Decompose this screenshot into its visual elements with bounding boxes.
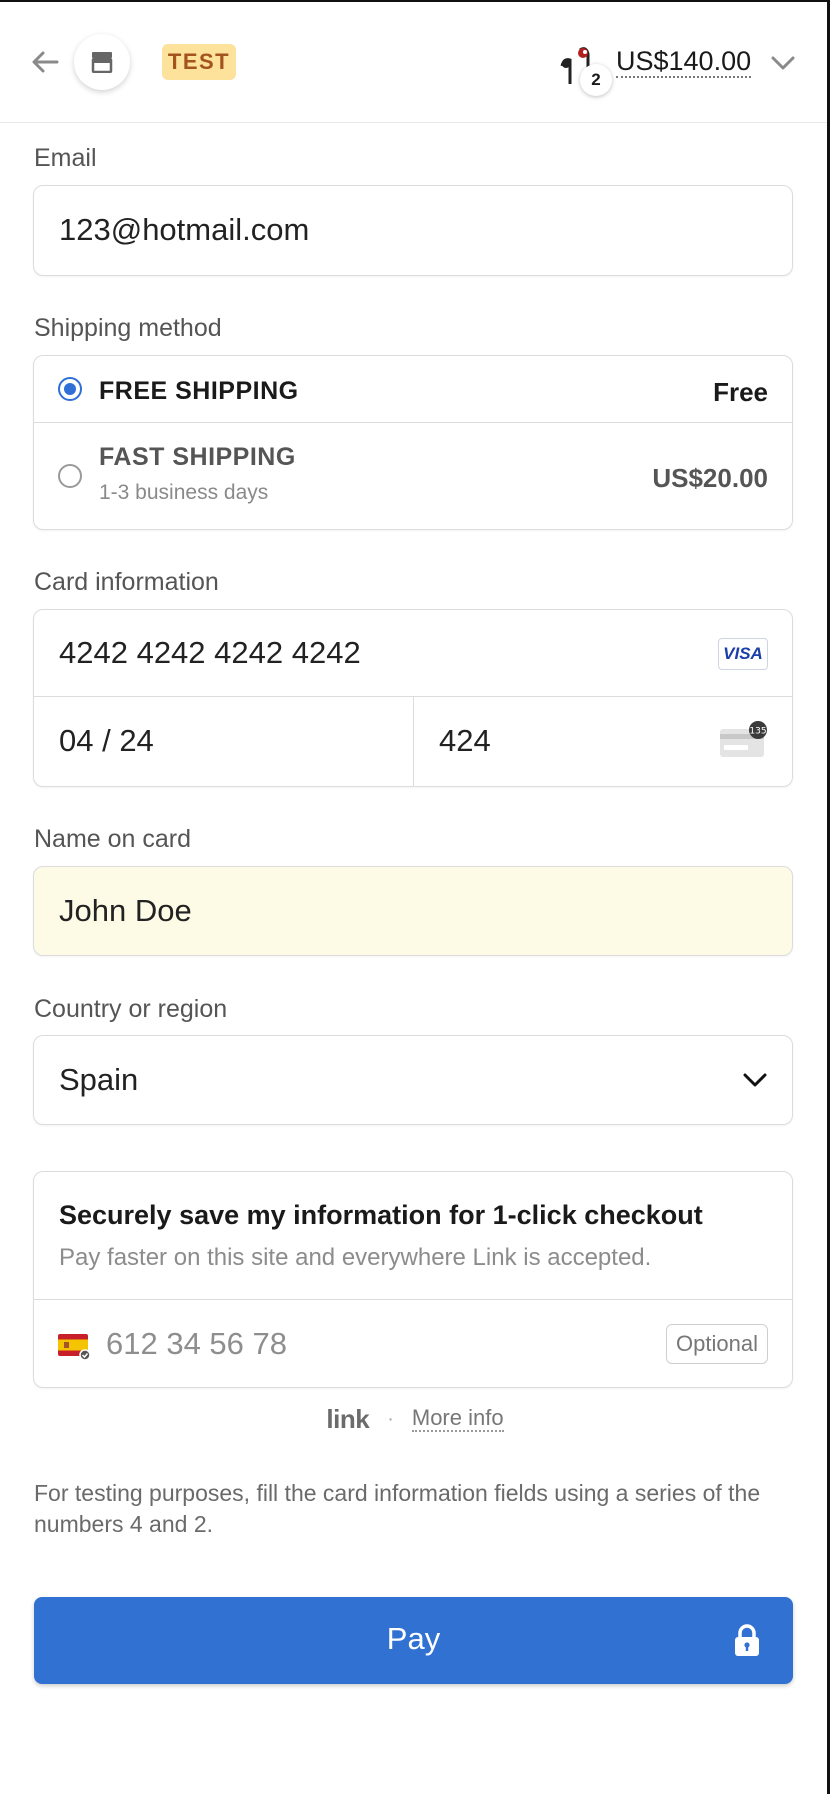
optional-badge: Optional: [666, 1324, 768, 1364]
shipping-option-fast[interactable]: FAST SHIPPING 1-3 business days US$20.00: [34, 423, 792, 529]
country-label: Country or region: [34, 995, 228, 1023]
card-cvc-field[interactable]: 424 135: [414, 697, 792, 786]
link-footer: link · More info: [0, 1402, 830, 1436]
shipping-option-price: Free: [713, 377, 768, 407]
name-on-card-field[interactable]: John Doe: [33, 866, 793, 956]
order-total[interactable]: US$140.00: [616, 46, 752, 78]
chevron-down-icon: [743, 1073, 767, 1087]
testing-note: For testing purposes, fill the card info…: [34, 1480, 761, 1537]
card-information-group: 4242 4242 4242 4242 VISA 04 / 24 424 135: [33, 609, 793, 787]
link-save-panel: Securely save my information for 1-click…: [33, 1171, 793, 1388]
shipping-option-free[interactable]: FREE SHIPPING Free: [34, 356, 792, 423]
pay-button[interactable]: Pay: [34, 1597, 793, 1684]
phone-field[interactable]: 612 34 56 78 Optional: [34, 1299, 792, 1387]
cvc-card-icon: 135: [720, 721, 767, 757]
card-expiry-value: 04 / 24: [59, 723, 154, 758]
shipping-option-price: US$20.00: [652, 463, 768, 493]
email-label: Email: [34, 144, 97, 172]
separator-dot: ·: [387, 1407, 394, 1430]
shipping-option-name: FAST SHIPPING: [99, 443, 296, 471]
test-mode-badge: TEST: [162, 44, 236, 80]
spain-flag-icon[interactable]: [58, 1334, 90, 1360]
back-button[interactable]: [30, 47, 60, 77]
phone-placeholder: 612 34 56 78: [106, 1326, 288, 1361]
card-number-field[interactable]: 4242 4242 4242 4242 VISA: [34, 610, 792, 697]
back-arrow-icon: [32, 51, 59, 73]
link-save-subtitle: Pay faster on this site and everywhere L…: [59, 1244, 652, 1271]
email-field[interactable]: 123@hotmail.com: [33, 185, 793, 276]
checkout-header: TEST 2 US$140.00: [0, 0, 827, 123]
name-on-card-value: John Doe: [59, 893, 192, 928]
cvc-icon-text: 135: [749, 727, 766, 737]
shipping-option-detail: 1-3 business days: [99, 481, 269, 504]
link-save-title: Securely save my information for 1-click…: [59, 1200, 703, 1230]
more-info-link[interactable]: More info: [411, 1406, 504, 1432]
link-logo: link: [326, 1403, 370, 1434]
name-on-card-label: Name on card: [34, 825, 192, 853]
shipping-method-label: Shipping method: [34, 314, 222, 342]
card-cvc-value: 424: [439, 723, 491, 758]
store-icon: [91, 52, 113, 73]
shipping-option-name: FREE SHIPPING: [99, 377, 299, 405]
pay-button-label: Pay: [386, 1621, 441, 1656]
card-expiry-field[interactable]: 04 / 24: [34, 697, 414, 786]
store-button[interactable]: [74, 34, 130, 90]
country-value: Spain: [59, 1062, 139, 1097]
chevron-down-icon[interactable]: [768, 50, 798, 76]
radio-unselected[interactable]: [58, 464, 82, 488]
email-value: 123@hotmail.com: [59, 212, 310, 247]
country-select[interactable]: Spain: [33, 1035, 793, 1125]
lock-icon: [735, 1624, 759, 1656]
radio-selected[interactable]: [58, 377, 82, 401]
card-information-label: Card information: [34, 568, 219, 596]
visa-icon: VISA: [718, 638, 768, 670]
cart-count-badge: 2: [580, 64, 612, 96]
shipping-method-group: FREE SHIPPING Free FAST SHIPPING 1-3 bus…: [33, 355, 793, 530]
card-number-value: 4242 4242 4242 4242: [59, 635, 361, 670]
